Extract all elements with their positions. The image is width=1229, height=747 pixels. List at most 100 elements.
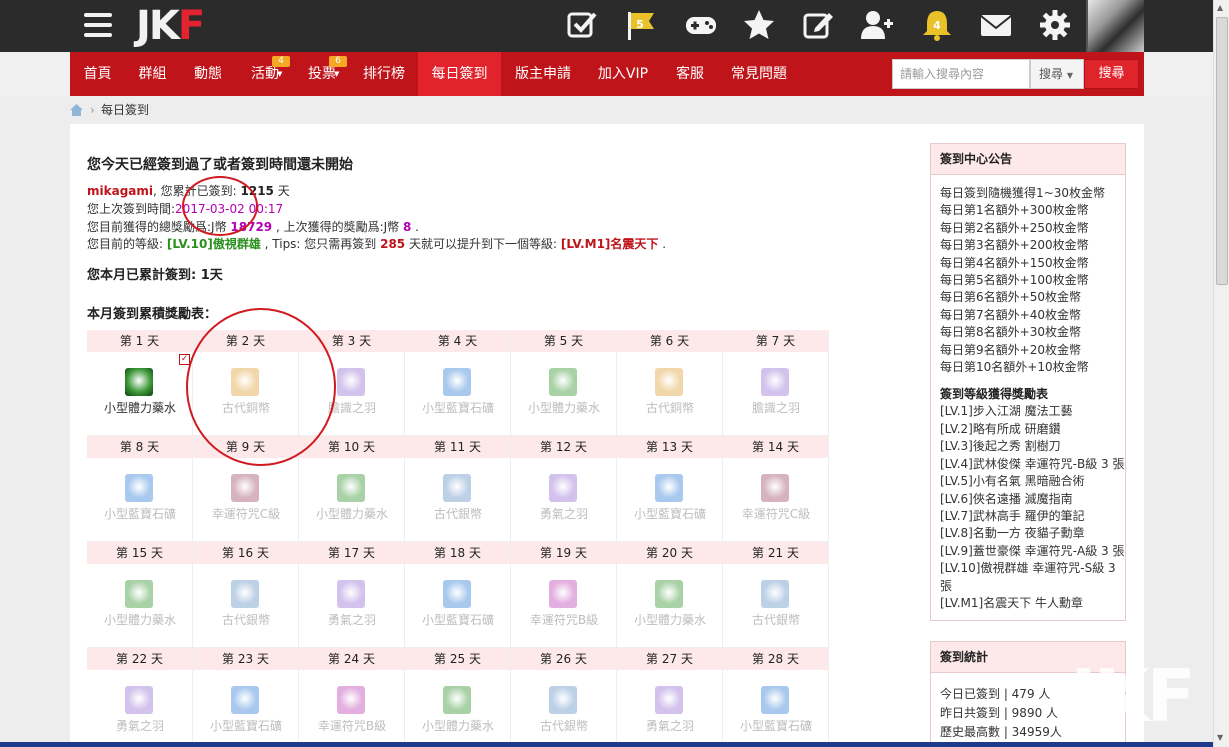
reward-item-name: 小型體力藥水 xyxy=(103,613,176,627)
nav-groups[interactable]: 群組 xyxy=(125,52,180,96)
flag-icon[interactable]: 5 xyxy=(623,8,659,44)
site-watermark: JKF xyxy=(1070,654,1196,738)
calendar-day-cell: 第 25 天小型體力藥水 xyxy=(405,648,511,747)
calendar-day-cell: 第 22 天勇氣之羽 xyxy=(87,648,193,747)
gear-icon[interactable] xyxy=(1037,8,1073,44)
nav-bar: 首頁 群組 動態 活動 4 ▼ 投票 6 ▼ 排行榜 每日簽到 版主申請 加入V… xyxy=(0,52,1213,96)
calendar-day-cell: 第 10 天小型體力藥水 xyxy=(299,436,405,542)
calendar-day-cell: 第 12 天勇氣之羽 xyxy=(511,436,617,542)
reward-item-name: 幸運符咒B級 xyxy=(317,719,387,733)
level-reward-item: 張 xyxy=(940,578,953,593)
avatar[interactable] xyxy=(1086,0,1144,52)
search-type-select[interactable]: 搜尋 ▼ xyxy=(1030,59,1084,89)
level-reward-item: [LV.2]略有所成 研磨鑽 xyxy=(940,421,1061,436)
feather-item-icon xyxy=(337,368,365,396)
announcement-title: 簽到中心公告 xyxy=(931,144,1125,175)
chevron-down-icon: ▼ xyxy=(334,70,340,78)
announcement-item: 每日第9名額外+20枚金幣 xyxy=(940,342,1081,357)
feather-item-icon xyxy=(337,580,365,608)
potion-item-icon xyxy=(443,686,471,714)
annotation-circle xyxy=(182,176,258,236)
calendar-day-cell: 第 23 天小型藍寶石礦 xyxy=(193,648,299,747)
calendar-day-label: 第 23 天 xyxy=(193,648,298,670)
copper-item-icon xyxy=(655,368,683,396)
reward-line: 您目前獲得的總獎勵爲:J幣 18729 , 上次獲得的獎勵爲:J幣 8 . xyxy=(87,220,419,234)
flag-badge: 5 xyxy=(636,18,644,31)
announcement-box: 簽到中心公告 每日簽到隨機獲得1~30枚金幣 每日第1名額外+300枚金幣 每日第2… xyxy=(930,143,1126,622)
nav-daily-checkin[interactable]: 每日簽到 xyxy=(418,52,501,96)
bell-icon[interactable]: 4 xyxy=(919,8,955,44)
site-logo[interactable]: JKF xyxy=(136,6,205,46)
search-button[interactable]: 搜尋 xyxy=(1084,59,1139,89)
silver-item-icon xyxy=(443,474,471,502)
checklist-icon[interactable] xyxy=(564,8,600,44)
calendar-day-label: 第 12 天 xyxy=(511,436,616,458)
search-input[interactable]: 請輸入搜尋內容 xyxy=(892,59,1030,89)
reward-item-name: 幸運符咒C級 xyxy=(211,507,281,521)
charmb-item-icon xyxy=(337,686,365,714)
calendar-day-cell: 第 21 天古代銀幣 xyxy=(723,542,829,648)
calendar-day-label: 第 14 天 xyxy=(723,436,828,458)
mail-icon[interactable] xyxy=(978,8,1014,44)
breadcrumb-separator: › xyxy=(90,103,95,117)
reward-item-name: 小型藍寶石礦 xyxy=(739,719,812,733)
reward-item-name: 幸運符咒C級 xyxy=(741,507,811,521)
nav-vote[interactable]: 投票 6 ▼ xyxy=(294,52,350,96)
star-icon[interactable] xyxy=(741,8,777,44)
calendar-day-cell: 第 13 天小型藍寶石礦 xyxy=(617,436,723,542)
calendar-day-cell: 第 18 天小型藍寶石礦 xyxy=(405,542,511,648)
nav-join-vip[interactable]: 加入VIP xyxy=(585,52,661,96)
edit-icon[interactable] xyxy=(800,8,836,44)
nav-faq[interactable]: 常見問題 xyxy=(719,52,799,96)
home-icon[interactable] xyxy=(70,104,83,116)
top-bar: JKF 5 4 xyxy=(0,0,1213,52)
menu-icon[interactable] xyxy=(84,13,112,39)
reward-item-name: 膽識之羽 xyxy=(751,401,800,415)
calendar-day-cell: 第 20 天小型體力藥水 xyxy=(617,542,723,648)
calendar-day-label: 第 20 天 xyxy=(617,542,722,564)
level-reward-item: [LV.9]蓋世豪傑 幸運符咒-A級 3 張 xyxy=(940,543,1125,558)
silver-item-icon xyxy=(231,580,259,608)
annotation-circle xyxy=(186,308,336,466)
chevron-down-icon: ▼ xyxy=(277,70,283,78)
scroll-thumb[interactable] xyxy=(1216,17,1228,285)
scroll-up-icon[interactable]: ▲ xyxy=(1217,3,1223,12)
calendar-day-label: 第 22 天 xyxy=(87,648,192,670)
nav-home[interactable]: 首頁 xyxy=(70,52,125,96)
status-title: 您今天已經簽到過了或者簽到時間還未開始 xyxy=(87,157,353,173)
reward-item-name: 古代銀幣 xyxy=(433,507,482,521)
nav-moderator-apply[interactable]: 版主申請 xyxy=(501,52,585,96)
calendar-day-cell: 第 28 天小型藍寶石礦 xyxy=(723,648,829,747)
calendar-day-label: 第 27 天 xyxy=(617,648,722,670)
page-scrollbar[interactable]: ▲ ▼ xyxy=(1213,0,1229,747)
calendar-day-label: 第 4 天 xyxy=(405,330,510,352)
calendar-day-cell: 第 11 天古代銀幣 xyxy=(405,436,511,542)
reward-item-name: 古代銀幣 xyxy=(751,613,800,627)
reward-item-name: 小型藍寶石礦 xyxy=(633,507,706,521)
reward-item-name: 小型藍寶石礦 xyxy=(421,401,494,415)
level-reward-title: 簽到等級獲得獎勵表 xyxy=(940,387,1049,402)
announcement-item: 每日第4名額外+150枚金幣 xyxy=(940,255,1089,270)
reward-item-name: 小型體力藥水 xyxy=(421,719,494,733)
level-reward-list: [LV.1]步入江湖 魔法工藝 [LV.2]略有所成 研磨鑽 [LV.3]後起之秀 … xyxy=(931,403,1125,612)
potion-item-icon xyxy=(337,474,365,502)
announcement-item: 每日第5名額外+100枚金幣 xyxy=(940,273,1089,288)
nav-ranking[interactable]: 排行榜 xyxy=(350,52,418,96)
scroll-down-icon[interactable]: ▼ xyxy=(1217,733,1223,742)
sapphire-item-icon xyxy=(761,686,789,714)
username-link[interactable]: mikagami xyxy=(87,184,153,198)
nav-feed[interactable]: 動態 xyxy=(180,52,236,96)
announcement-item: 每日第7名額外+40枚金幣 xyxy=(940,307,1081,322)
calendar-day-label: 第 6 天 xyxy=(617,330,722,352)
gamepad-icon[interactable] xyxy=(683,8,719,44)
nav-events[interactable]: 活動 4 ▼ xyxy=(236,52,294,96)
calendar-day-label: 第 26 天 xyxy=(511,648,616,670)
reward-item-name: 小型藍寶石礦 xyxy=(209,719,282,733)
calendar-day-label: 第 5 天 xyxy=(511,330,616,352)
nav-support[interactable]: 客服 xyxy=(661,52,719,96)
calendar-day-label: 第 18 天 xyxy=(405,542,510,564)
announcement-item: 每日第6名額外+50枚金幣 xyxy=(940,290,1081,305)
potion-item-icon xyxy=(125,368,153,396)
add-user-icon[interactable] xyxy=(859,8,895,44)
calendar-day-cell: 第 19 天幸運符咒B級 xyxy=(511,542,617,648)
